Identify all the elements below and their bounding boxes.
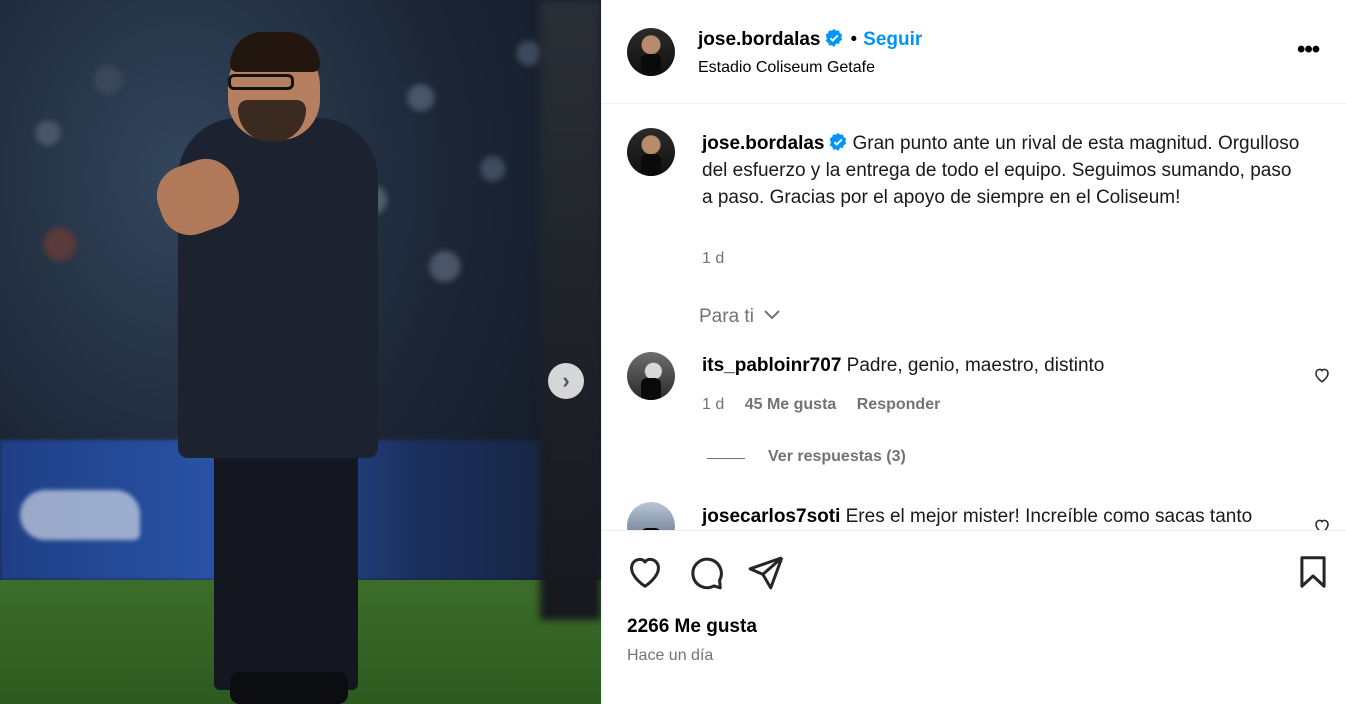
sort-label: Para ti bbox=[699, 306, 754, 327]
comment-like-heart-icon[interactable] bbox=[1313, 366, 1331, 384]
post-location[interactable]: Estadio Coliseum Getafe bbox=[698, 59, 875, 77]
chevron-right-icon: › bbox=[562, 368, 570, 393]
verified-badge-icon bbox=[825, 29, 842, 47]
verified-badge-icon bbox=[829, 133, 846, 151]
coach-shoes bbox=[230, 672, 348, 704]
view-replies-button[interactable]: Ver respuestas (3) bbox=[768, 448, 906, 466]
more-options-icon[interactable]: ••• bbox=[1297, 38, 1320, 62]
bookmark-icon[interactable] bbox=[1294, 553, 1332, 591]
comment-item: its_pabloinr707 Padre, genio, maestro, d… bbox=[702, 355, 1104, 377]
caption-avatar[interactable] bbox=[627, 128, 675, 176]
author-username[interactable]: jose.bordalas bbox=[698, 29, 821, 50]
post-photo[interactable]: › bbox=[0, 0, 601, 704]
share-icon[interactable] bbox=[747, 553, 785, 591]
comment-text: Eres el mejor mister! Increíble como sac… bbox=[845, 506, 1253, 527]
comment-username[interactable]: josecarlos7soti bbox=[702, 506, 840, 527]
next-image-button[interactable]: › bbox=[548, 363, 584, 399]
separator-dot: • bbox=[850, 29, 858, 50]
comment-sort-dropdown[interactable]: Para ti bbox=[699, 306, 781, 328]
heart-icon[interactable] bbox=[626, 553, 664, 591]
post-caption: jose.bordalas Gran punto ante un rival de… bbox=[702, 130, 1302, 211]
comments-section[interactable]: jose.bordalas Gran punto ante un rival de… bbox=[602, 104, 1346, 531]
coach-legs bbox=[214, 450, 358, 690]
follow-button[interactable]: Seguir bbox=[863, 29, 922, 50]
post-like-count[interactable]: 2266 Me gusta bbox=[627, 616, 757, 638]
photo-foreground-figure bbox=[540, 0, 601, 620]
comment-text: Padre, genio, maestro, distinto bbox=[846, 355, 1105, 376]
caption-username[interactable]: jose.bordalas bbox=[702, 133, 825, 154]
post-timestamp: Hace un día bbox=[627, 647, 714, 664]
photo-ad-logo bbox=[20, 490, 140, 540]
comment-meta: 1 d 45 Me gusta Responder bbox=[702, 396, 940, 414]
comment-avatar[interactable] bbox=[627, 352, 675, 400]
caption-time: 1 d bbox=[702, 250, 725, 267]
post-action-bar bbox=[602, 531, 1346, 611]
coach-hair bbox=[230, 32, 320, 72]
replies-divider bbox=[707, 458, 745, 459]
coach-glasses bbox=[228, 74, 294, 90]
comment-time: 1 d bbox=[702, 396, 725, 413]
comment-avatar[interactable] bbox=[627, 502, 675, 530]
comment-icon[interactable] bbox=[687, 553, 725, 591]
comment-username[interactable]: its_pabloinr707 bbox=[702, 355, 841, 376]
comment-likes[interactable]: 45 Me gusta bbox=[745, 396, 837, 413]
chevron-down-icon bbox=[764, 310, 780, 320]
post-header: jose.bordalas • Seguir Estadio Coliseum Ge… bbox=[602, 0, 1346, 104]
author-avatar[interactable] bbox=[627, 28, 675, 76]
reply-button[interactable]: Responder bbox=[857, 396, 941, 413]
comment-like-heart-icon[interactable] bbox=[1313, 517, 1331, 531]
author-line: jose.bordalas • Seguir bbox=[698, 29, 922, 51]
post-details-panel: jose.bordalas • Seguir Estadio Coliseum Ge… bbox=[601, 0, 1346, 704]
comment-item: josecarlos7soti Eres el mejor mister! In… bbox=[702, 506, 1252, 528]
